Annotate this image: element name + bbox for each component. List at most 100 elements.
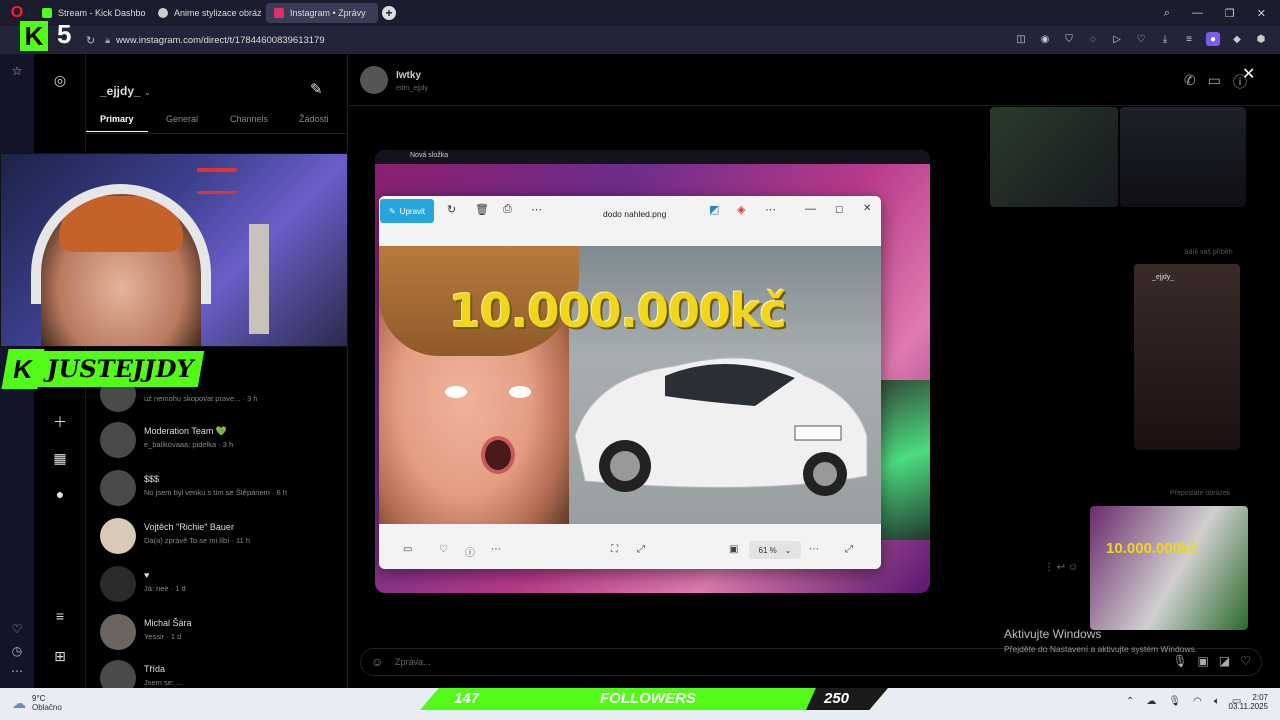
chevron-up-icon[interactable]: ⌃ [1126,696,1134,707]
vpn-icon[interactable]: ◌ [1086,32,1100,46]
create-icon[interactable]: ＋ [51,412,69,432]
avatar [100,614,136,650]
heart-sidebar-icon[interactable]: ♡ [9,622,25,636]
like-icon[interactable]: ♡ [1240,654,1251,668]
menu-icon[interactable]: ≡ [1182,32,1196,46]
maximize-button[interactable]: ❐ [1225,7,1235,20]
copilot-icon[interactable]: ◈ [737,203,745,216]
edit-button[interactable]: ✎ Upravit [380,199,434,223]
folder-strip: Nová složka [375,150,930,164]
filmstrip-icon[interactable]: ▭ [403,544,412,555]
instagram-logo-icon[interactable]: ◎ [51,72,69,89]
play-icon[interactable]: ▷ [1110,32,1124,46]
emoji-icon[interactable]: ☺ [371,655,383,669]
tab-requests[interactable]: Žádosti [299,114,329,124]
lock-icon[interactable]: 🔒︎ [105,35,110,46]
info-icon[interactable]: ⓘ [465,544,475,559]
story-thumbnail[interactable]: _ejjdy_ [1134,264,1240,450]
fit-icon[interactable]: ⤢ [637,544,645,555]
extensions-icon[interactable]: ⬢ [1254,32,1268,46]
followers-count: 147 [454,690,480,707]
close-viewer-button[interactable]: ✕ [863,203,871,214]
star-icon[interactable]: ☆ [9,64,25,78]
react-icon[interactable]: ☺ [1068,562,1078,573]
tab-instagram[interactable]: Instagram • Zprávy [266,3,378,23]
list-item[interactable]: Vojtěch "Richie" Bauer Da(a) zprávě To s… [100,512,340,556]
profile-icon[interactable]: ● [1206,32,1220,46]
more-icon[interactable]: ⋯ [9,664,25,678]
rotate-icon[interactable]: ↻ [447,203,456,216]
zoom-fit-icon[interactable]: ▣ [729,544,738,555]
list-item[interactable]: $$$ No jsem byl venku s tím se Štěpánem … [100,464,340,508]
overflow-icon[interactable]: ⋯ [809,544,819,555]
reply-icon[interactable]: ↩ [1057,562,1065,573]
close-icon[interactable]: ✕ [1242,64,1255,84]
download-icon[interactable]: ⤓ [1158,32,1172,46]
app-icon[interactable]: ◩ [709,203,719,216]
more-options-icon[interactable]: ⋮ [1044,562,1054,573]
eye-shape [509,386,531,398]
reload-icon[interactable]: ↻ [86,34,95,47]
list-item[interactable]: ♥ Já: nee · 1 d [100,560,340,604]
tab-kick-dashboard[interactable]: Stream - Kick Dashboard [34,3,146,23]
minimize-button[interactable]: — [1192,7,1203,19]
phone-icon[interactable]: ✆ [1184,72,1196,92]
fullscreen-icon[interactable]: ⤢ [845,544,853,555]
apps-icon[interactable]: ⊞ [51,648,69,665]
tab-primary[interactable]: Primary [86,114,147,132]
video-call-icon[interactable]: ▭ [1208,72,1221,92]
file-name: dodo nahled.png [603,209,667,219]
wifi-icon[interactable]: ◠ [1193,696,1202,707]
delete-icon[interactable]: 🗑︎ [475,203,489,216]
microphone-icon[interactable]: 🎙︎ [1172,654,1187,668]
minimize-viewer-button[interactable]: — [805,203,816,215]
message-input[interactable]: Zpráva... [395,657,431,667]
url-field[interactable]: www.instagram.com/direct/t/1784460083961… [116,35,325,46]
account-username[interactable]: _ejjdy_ ⌄ [100,84,151,98]
kick-logo-icon: K [20,21,48,51]
more-options-icon[interactable]: ⋯ [531,203,542,216]
image-modal[interactable]: Nová složka ✎ Upravit ↻ 🗑︎ ⎙ ⋯ dodo nahl… [375,150,930,593]
sticker-icon[interactable]: ◪ [1219,654,1230,668]
crop-icon[interactable]: ⛶ [611,544,618,555]
network-icon[interactable]: ☁ [1146,696,1156,707]
shared-media-thumbnail[interactable] [990,107,1118,207]
hamburger-menu-icon[interactable]: ≡ [51,608,69,624]
snapshot-icon[interactable]: ◫ [1014,32,1028,46]
list-item[interactable]: Moderation Team 💚 e_balikovaaa: pidelka … [100,416,340,460]
list-item[interactable]: Michal Šára Yessir · 1 d [100,608,340,652]
overflow-icon[interactable]: ⋯ [765,203,776,216]
tab-general[interactable]: General [166,114,198,124]
avatar-icon[interactable]: ● [51,486,69,502]
zoom-selector[interactable]: 61 % ⌄ [749,541,801,559]
volume-icon[interactable]: 🔈︎ [1214,696,1220,707]
tab-anime-stylizace[interactable]: Anime stylizace obrázku [150,3,262,23]
print-icon[interactable]: ⎙ [503,203,512,216]
wallet-icon[interactable]: ◆ [1230,32,1244,46]
heart-icon[interactable]: ♡ [1134,32,1148,46]
search-icon[interactable]: ⌕ [1164,7,1170,20]
microphone-tray-icon[interactable]: 🎙︎ [1168,696,1181,707]
new-tab-button[interactable]: + [382,6,396,20]
tab-channels[interactable]: Channels [230,114,268,124]
shield-icon[interactable]: ⛉ [1062,32,1076,46]
close-window-button[interactable]: ✕ [1257,7,1266,20]
favorite-icon[interactable]: ♡ [439,544,448,555]
shared-profile-thumbnail[interactable] [1120,107,1246,207]
contact-name[interactable]: Iwtky [396,70,421,81]
more-options-icon[interactable]: ⋯ [491,544,501,555]
compose-icon[interactable]: ✎ [310,80,323,98]
camera-icon[interactable]: ◉ [1038,32,1052,46]
weather-widget[interactable]: ☁ 9°C Oblačno [12,694,62,712]
avatar [100,566,136,602]
contact-avatar[interactable] [360,66,388,94]
contact-username: edm_ejjdy [396,85,428,92]
clock[interactable]: 2:07 03.11.2025 [1226,693,1268,711]
maximize-viewer-button[interactable]: ☐ [835,205,843,216]
headset-shape [31,184,211,304]
avatar [100,518,136,554]
dashboard-icon[interactable]: ▦ [51,450,69,467]
history-icon[interactable]: ◷ [9,644,25,658]
forwarded-image-thumbnail[interactable]: 10.000.000kč [1090,506,1248,630]
image-icon[interactable]: ▣ [1198,654,1209,668]
